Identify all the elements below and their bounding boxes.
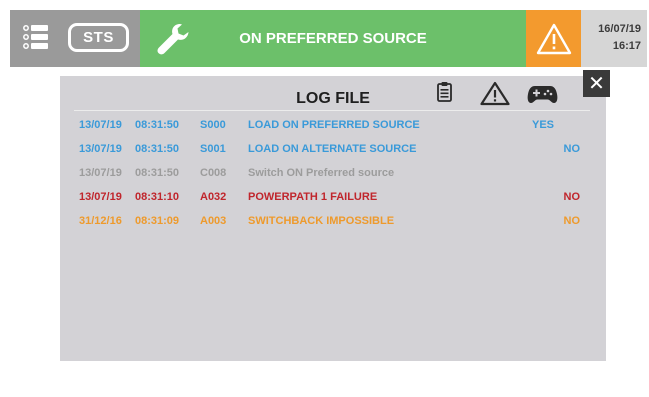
log-row[interactable]: 13/07/19 08:31:10 A032 POWERPATH 1 FAILU… [60,191,606,209]
warning-triangle-icon [536,23,571,54]
log-date: 31/12/16 [79,215,122,227]
wrench-icon[interactable] [156,22,192,56]
time-text: 16:17 [612,40,641,52]
log-time: 08:31:10 [135,191,180,203]
log-panel: LOG FILE 13/07/19 08:31:50 S000 LOAD ON … [60,76,606,361]
log-code: S000 [200,119,226,131]
sts-button[interactable]: STS [68,23,129,52]
log-value: YES [531,119,554,131]
log-code: A003 [200,215,227,227]
log-message: POWERPATH 1 FAILURE [248,191,378,203]
warning-icon[interactable] [480,81,510,111]
log-date: 13/07/19 [79,167,122,179]
log-value: NO [563,143,581,155]
log-message: Switch ON Preferred source [248,167,395,179]
log-time: 08:31:50 [135,143,180,155]
log-code: S001 [200,143,226,155]
log-message: LOAD ON ALTERNATE SOURCE [248,143,417,155]
log-code: A032 [200,191,227,203]
panel-title: LOG FILE [296,90,370,107]
log-date: 13/07/19 [79,119,122,131]
list-menu-icon[interactable] [22,23,48,51]
log-date: 13/07/19 [79,191,122,203]
header-divider [74,110,590,111]
status-banner: ON PREFERRED SOURCE [140,10,526,67]
log-row[interactable]: 13/07/19 08:31:50 S001 LOAD ON ALTERNATE… [60,143,606,161]
clipboard-icon[interactable] [437,81,452,107]
log-time: 08:31:09 [135,215,180,227]
status-text: ON PREFERRED SOURCE [239,30,427,47]
log-row[interactable]: 31/12/16 08:31:09 A003 SWITCHBACK IMPOSS… [60,215,606,233]
log-row[interactable]: 13/07/19 08:31:50 C008 Switch ON Preferr… [60,167,606,185]
log-code: C008 [200,167,227,179]
menu-area: STS [10,10,140,67]
log-date: 13/07/19 [79,143,122,155]
log-time: 08:31:50 [135,167,180,179]
log-row[interactable]: 13/07/19 08:31:50 S000 LOAD ON PREFERRED… [60,119,606,137]
close-button[interactable]: ✕ [583,70,610,97]
close-icon: ✕ [588,72,605,95]
alarm-button[interactable] [526,10,581,67]
gamepad-icon[interactable] [527,84,558,109]
top-bar: STS ON PREFERRED SOURCE 16/07/19 16:17 [10,10,647,67]
datetime-display: 16/07/19 16:17 [581,10,647,67]
log-value: NO [563,191,581,203]
log-message: LOAD ON PREFERRED SOURCE [248,119,420,131]
date-text: 16/07/19 [598,23,641,35]
log-message: SWITCHBACK IMPOSSIBLE [248,215,395,227]
log-value: NO [563,215,581,227]
log-time: 08:31:50 [135,119,180,131]
